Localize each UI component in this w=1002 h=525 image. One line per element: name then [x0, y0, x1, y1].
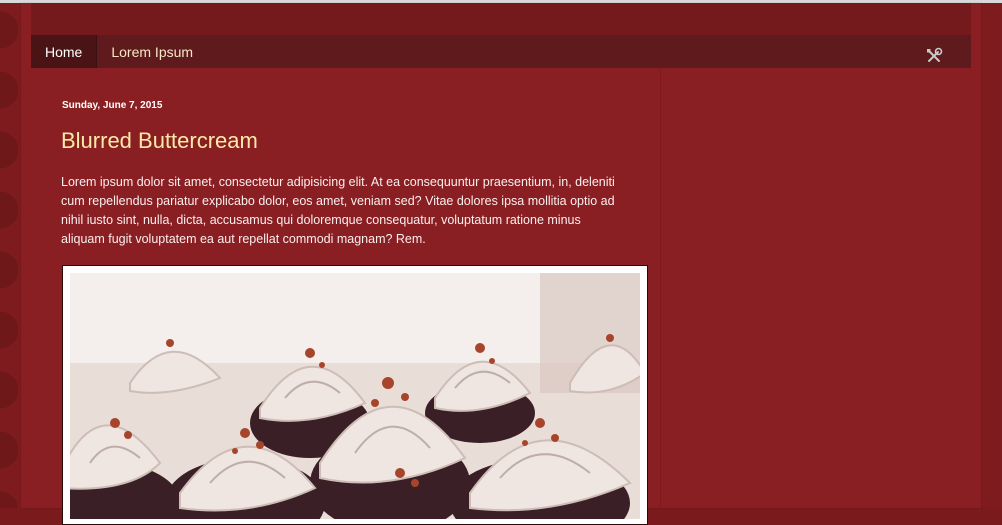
- tab-home[interactable]: Home: [31, 35, 98, 68]
- tools-icon[interactable]: [925, 47, 943, 65]
- post-body: Lorem ipsum dolor sit amet, consectetur …: [61, 175, 615, 246]
- main-column: Sunday, June 7, 2015 Blurred Buttercream…: [31, 68, 661, 525]
- post-image-frame[interactable]: [62, 265, 648, 525]
- page-tabs-nav: Home Lorem Ipsum: [31, 35, 971, 68]
- tab-lorem-ipsum-label: Lorem Ipsum: [111, 43, 194, 60]
- sidebar: [661, 68, 971, 508]
- tab-home-label: Home: [45, 43, 83, 60]
- post-date: Sunday, June 7, 2015: [62, 100, 163, 111]
- post-image: [70, 273, 640, 519]
- blog-header: [31, 3, 971, 35]
- post-title[interactable]: Blurred Buttercream: [61, 128, 258, 154]
- tab-lorem-ipsum[interactable]: Lorem Ipsum: [97, 35, 207, 68]
